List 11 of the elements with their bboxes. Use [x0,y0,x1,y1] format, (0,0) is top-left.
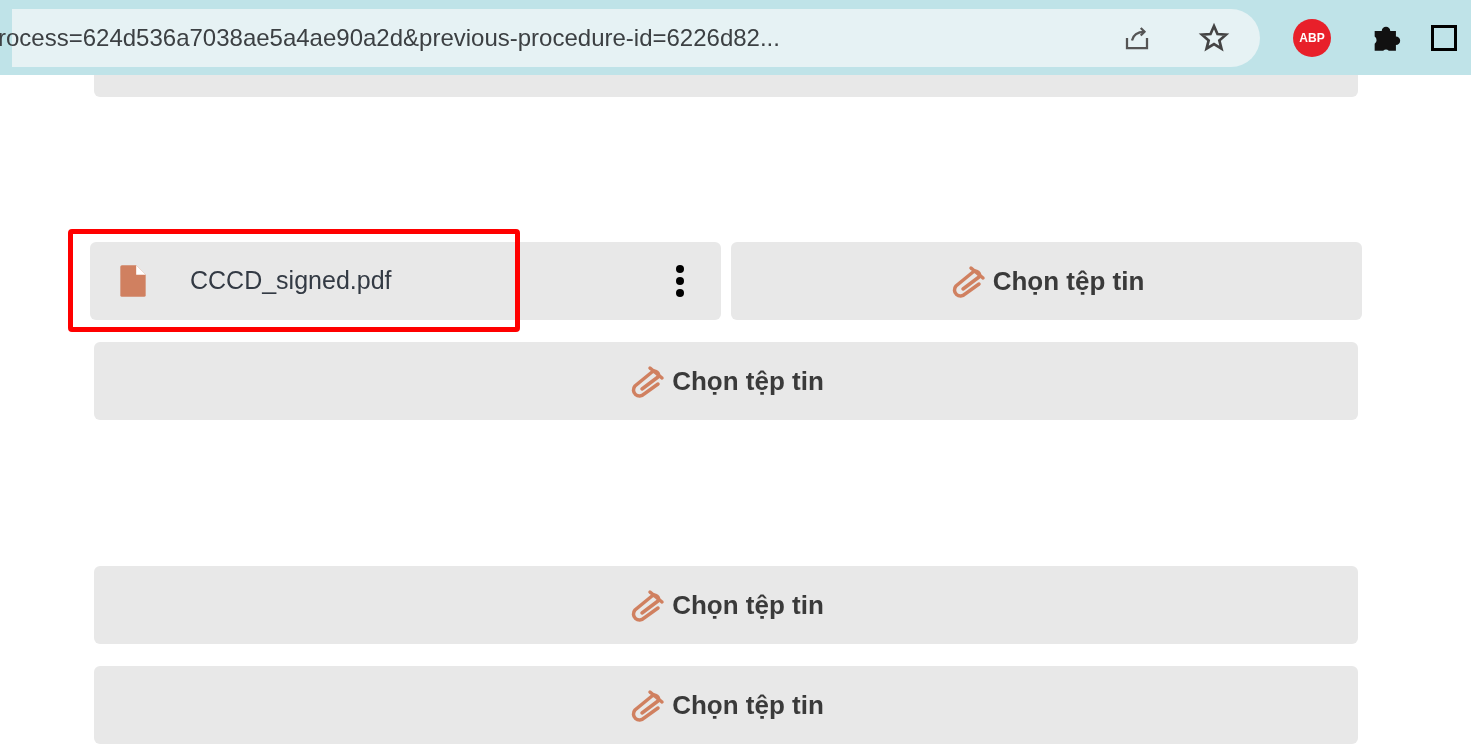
star-icon[interactable] [1198,21,1230,54]
file-chip[interactable]: CCCD_signed.pdf [90,242,721,320]
window-icon[interactable] [1431,24,1457,51]
file-name: CCCD_signed.pdf [190,265,392,297]
more-vertical-icon[interactable] [675,264,685,298]
choose-file-button[interactable]: Chọn tệp tin [94,666,1358,744]
choose-file-button[interactable]: Chọn tệp tin [94,342,1358,420]
choose-file-button[interactable]: Chọn tệp tin [731,242,1362,320]
adblock-badge[interactable]: ABP [1293,18,1331,57]
url-text: rocess=624d536a7038ae5a4ae90a2d&previous-procedure-id=6226d82... [0,22,780,53]
choose-file-button[interactable]: Chọn tệp tin [94,566,1358,644]
